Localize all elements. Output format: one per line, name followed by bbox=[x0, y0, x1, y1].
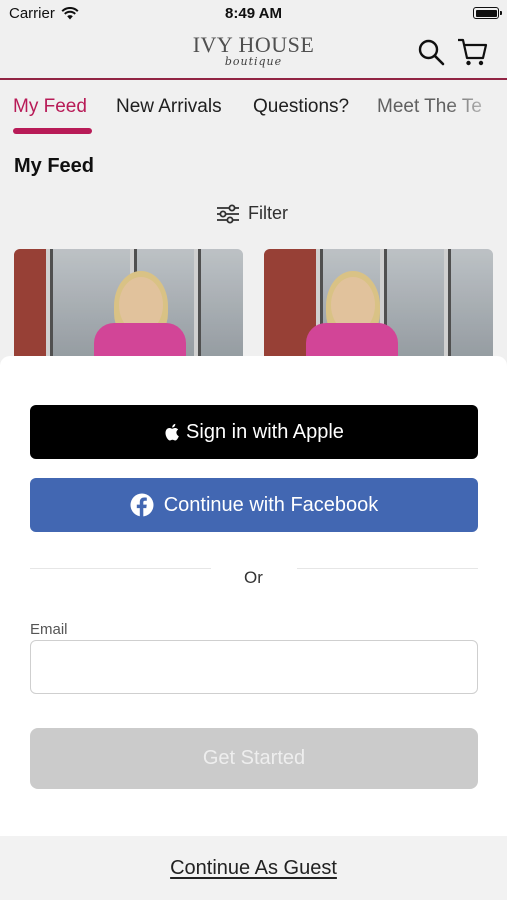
continue-as-guest-link[interactable]: Continue As Guest bbox=[170, 857, 337, 880]
email-label: Email bbox=[30, 621, 68, 638]
sign-in-sheet: Sign in with Apple Continue with Faceboo… bbox=[0, 356, 507, 900]
facebook-button-label: Continue with Facebook bbox=[163, 493, 379, 516]
continue-with-facebook-button[interactable]: Continue with Facebook bbox=[30, 478, 478, 532]
get-started-label: Get Started bbox=[202, 747, 306, 769]
sign-in-with-apple-button[interactable]: Sign in with Apple bbox=[30, 405, 478, 459]
email-field[interactable] bbox=[30, 640, 478, 694]
guest-bar: Continue As Guest bbox=[0, 836, 507, 900]
get-started-button[interactable]: Get Started bbox=[30, 728, 478, 789]
or-separator-text: Or bbox=[244, 568, 263, 587]
apple-icon bbox=[165, 423, 179, 441]
facebook-icon bbox=[130, 493, 154, 517]
apple-button-label: Sign in with Apple bbox=[186, 420, 344, 443]
